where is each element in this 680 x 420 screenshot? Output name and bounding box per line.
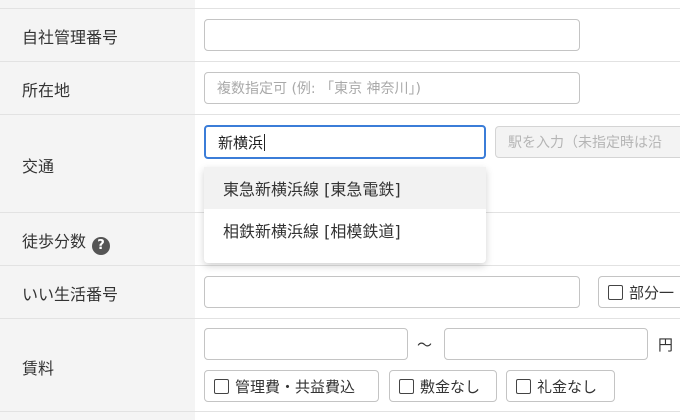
partial-match-checkbox[interactable]: 部分一 — [598, 276, 680, 308]
transport-label: 交通 — [22, 157, 55, 176]
walk-label-text: 徒歩分数 — [22, 232, 87, 251]
text-caret — [264, 133, 266, 151]
rent-label: 賃料 — [22, 359, 55, 378]
iisei-no-label: いい生活番号 — [22, 285, 119, 304]
partial-match-label: 部分一 — [629, 283, 675, 302]
line-suggestion-dropdown: 東急新横浜線 [東急電鉄] 相鉄新横浜線 [相模鉄道] — [204, 167, 486, 263]
no-key-money-label: 礼金なし — [537, 377, 598, 396]
iisei-no-input[interactable] — [204, 276, 580, 308]
suggestion-item[interactable]: 相鉄新横浜線 [相模鉄道] — [204, 209, 486, 251]
suggestion-item[interactable]: 東急新横浜線 [東急電鉄] — [204, 167, 486, 209]
station-input[interactable]: 駅を入力（未指定時は沿 — [495, 126, 680, 158]
help-icon[interactable]: ? — [92, 237, 111, 255]
mgmt-fee-included-checkbox[interactable]: 管理費・共益費込 — [204, 370, 379, 402]
rent-unit: 円 — [658, 336, 674, 354]
checkbox-square-icon — [608, 284, 623, 300]
value-column — [195, 412, 680, 420]
range-separator: 〜 — [417, 336, 433, 354]
checkbox-square-icon — [516, 378, 531, 394]
location-input[interactable]: 複数指定可 (例: 「東京 神奈川」) — [204, 72, 580, 104]
line-input[interactable]: 新横浜 — [204, 125, 486, 159]
rent-min-input[interactable] — [204, 328, 408, 360]
station-placeholder: 駅を入力（未指定時は沿 — [508, 135, 662, 151]
company-no-input[interactable] — [204, 19, 580, 51]
no-deposit-checkbox[interactable]: 敷金なし — [389, 370, 497, 402]
line-input-value: 新横浜 — [218, 133, 264, 152]
mgmt-fee-included-label: 管理費・共益費込 — [235, 377, 356, 396]
location-placeholder: 複数指定可 (例: 「東京 神奈川」) — [217, 81, 421, 97]
checkbox-square-icon — [399, 378, 414, 394]
company-no-label: 自社管理番号 — [22, 28, 119, 47]
no-key-money-checkbox[interactable]: 礼金なし — [506, 370, 615, 402]
location-label: 所在地 — [22, 81, 71, 100]
checkbox-square-icon — [214, 378, 229, 394]
no-deposit-label: 敷金なし — [420, 377, 481, 396]
walk-label: 徒歩分数? — [22, 228, 111, 255]
rent-max-input[interactable] — [444, 328, 648, 360]
value-column — [195, 0, 680, 8]
